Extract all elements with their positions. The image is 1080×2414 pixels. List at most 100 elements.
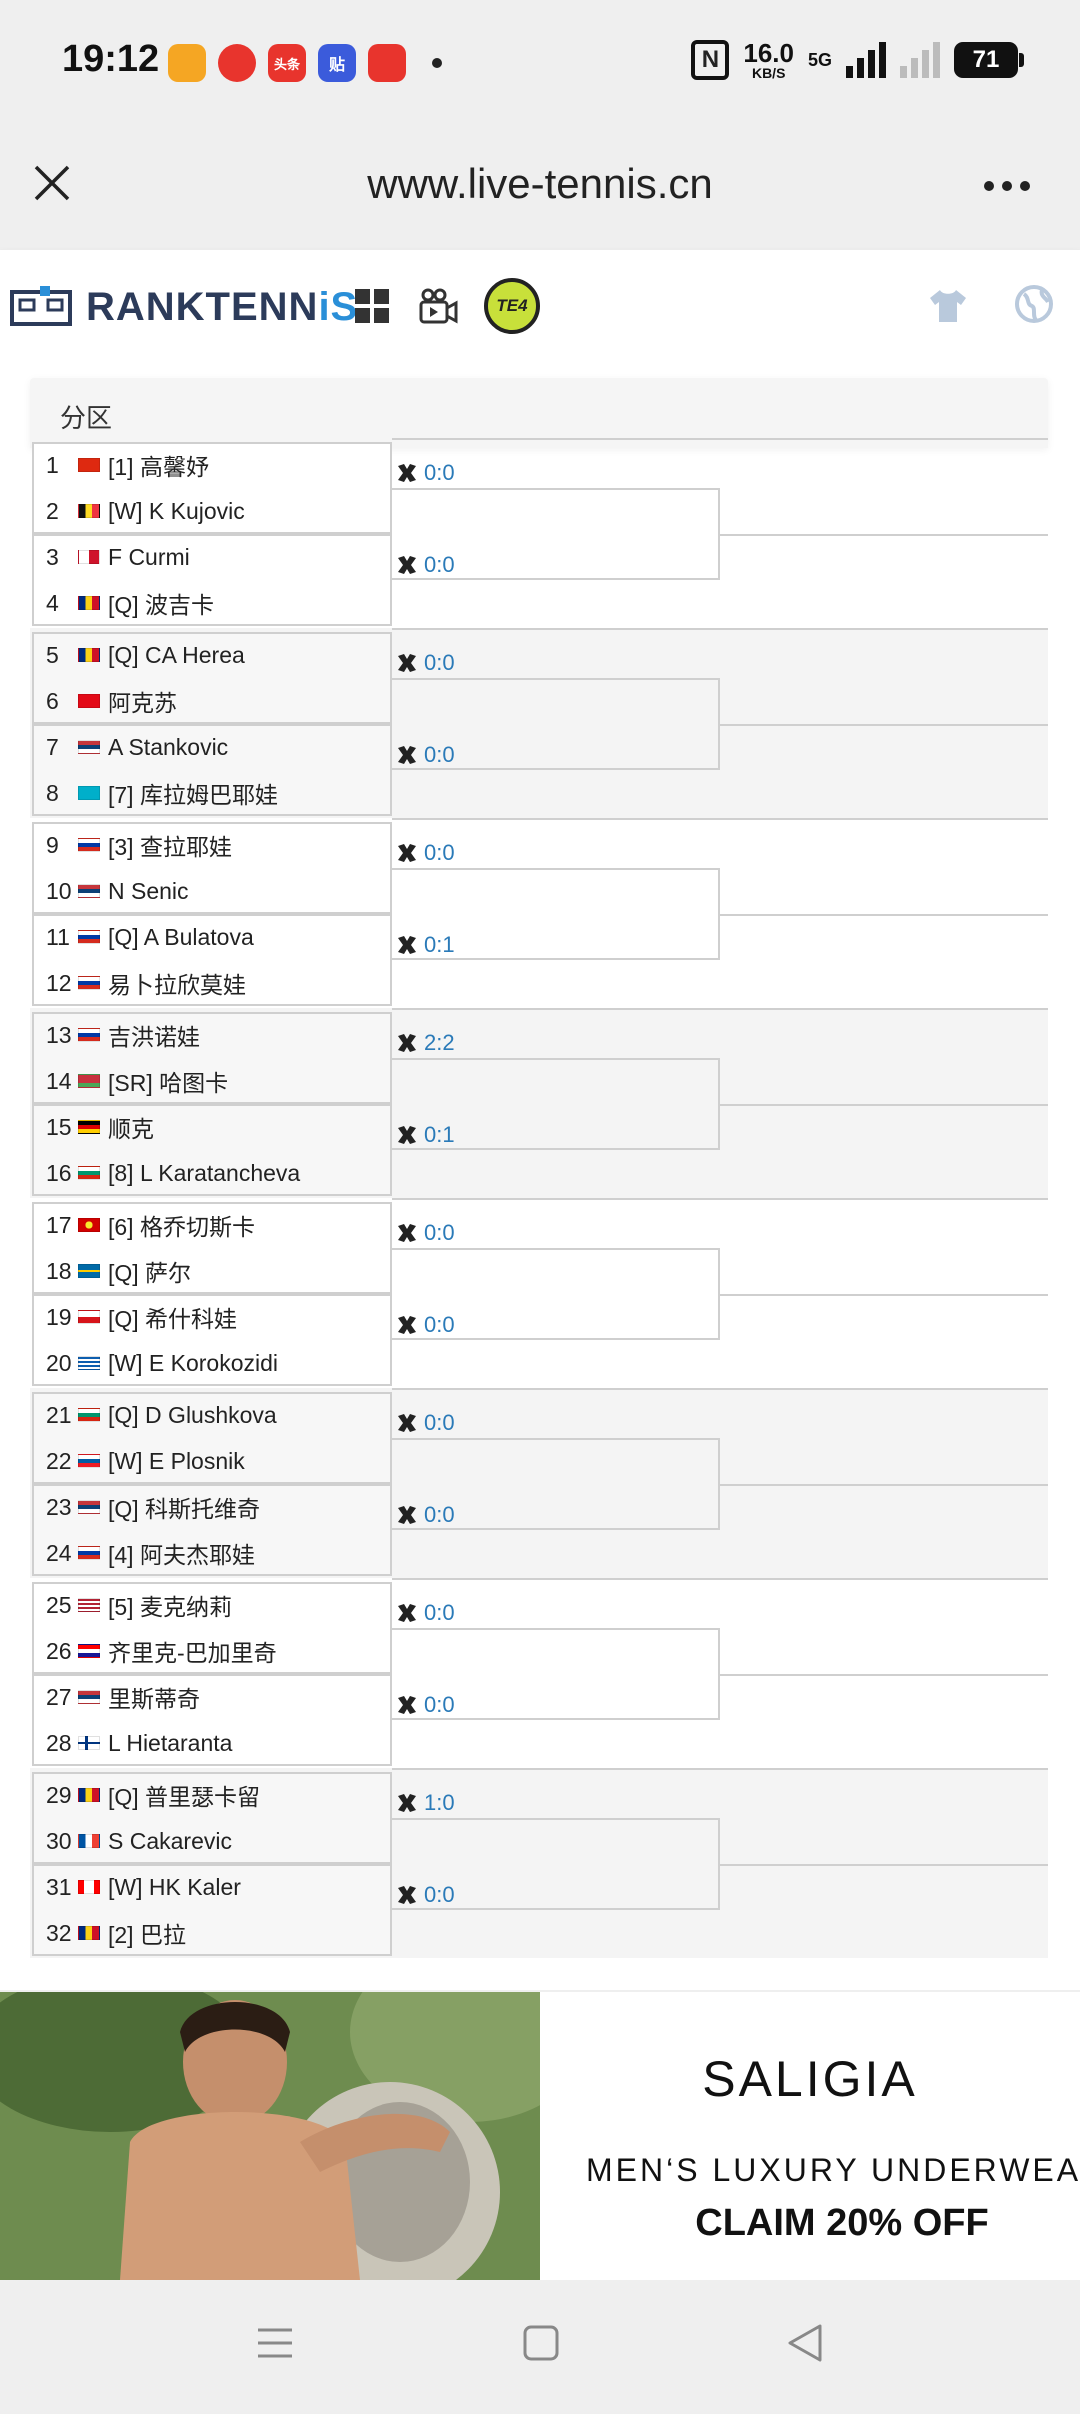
player-row[interactable]: 15 顺克 (46, 1110, 154, 1144)
player-name[interactable]: 吉洪诺娃 (108, 1018, 200, 1052)
match-box[interactable]: 19 [Q] 希什科娃 20 [W] E Korokozidi (32, 1294, 392, 1386)
player-name[interactable]: [Q] 波吉卡 (108, 586, 214, 620)
more-options-icon[interactable] (984, 181, 1030, 191)
score-value[interactable]: 1:0 (424, 1790, 455, 1816)
player-row[interactable]: 22 [W] E Plosnik (46, 1446, 245, 1476)
player-name[interactable]: 里斯蒂奇 (108, 1680, 200, 1714)
match-box[interactable]: 13 吉洪诺娃 14 [SR] 哈图卡 (32, 1012, 392, 1104)
player-name[interactable]: 顺克 (108, 1110, 154, 1144)
player-name[interactable]: [8] L Karatancheva (108, 1160, 300, 1187)
match-box[interactable]: 29 [Q] 普里瑟卡留 30 S Cakarevic (32, 1772, 392, 1864)
player-row[interactable]: 25 [5] 麦克纳莉 (46, 1588, 232, 1622)
back-icon[interactable] (786, 2322, 826, 2364)
player-row[interactable]: 3 F Curmi (46, 542, 190, 572)
player-row[interactable]: 31 [W] HK Kaler (46, 1872, 241, 1902)
player-name[interactable]: [Q] A Bulatova (108, 924, 254, 951)
player-name[interactable]: 齐里克-巴加里奇 (108, 1634, 277, 1668)
site-logo[interactable]: RANKTENNiS (86, 285, 358, 330)
player-name[interactable]: [W] K Kujovic (108, 498, 245, 525)
player-name[interactable]: [Q] 普里瑟卡留 (108, 1778, 260, 1812)
match-box[interactable]: 21 [Q] D Glushkova 22 [W] E Plosnik (32, 1392, 392, 1484)
match-box[interactable]: 9 [3] 查拉耶娃 10 N Senic (32, 822, 392, 914)
player-name[interactable]: [2] 巴拉 (108, 1916, 186, 1950)
grid-menu-icon[interactable] (354, 288, 390, 324)
match-score[interactable]: 0:0 (396, 840, 455, 866)
player-name[interactable]: [7] 库拉姆巴耶娃 (108, 776, 278, 810)
match-box[interactable]: 27 里斯蒂奇 28 L Hietaranta (32, 1674, 392, 1766)
player-name[interactable]: [SR] 哈图卡 (108, 1064, 228, 1098)
match-box[interactable]: 5 [Q] CA Herea 6 阿克苏 (32, 632, 392, 724)
player-row[interactable]: 2 [W] K Kujovic (46, 496, 245, 526)
player-name[interactable]: [W] E Plosnik (108, 1448, 245, 1475)
player-name[interactable]: 阿克苏 (108, 684, 177, 718)
player-name[interactable]: A Stankovic (108, 734, 228, 761)
player-name[interactable]: [W] HK Kaler (108, 1874, 241, 1901)
player-row[interactable]: 20 [W] E Korokozidi (46, 1348, 278, 1378)
logo-icon[interactable] (10, 286, 72, 326)
match-box[interactable]: 25 [5] 麦克纳莉 26 齐里克-巴加里奇 (32, 1582, 392, 1674)
player-row[interactable]: 8 [7] 库拉姆巴耶娃 (46, 776, 278, 810)
player-row[interactable]: 9 [3] 查拉耶娃 (46, 828, 232, 862)
player-row[interactable]: 11 [Q] A Bulatova (46, 922, 254, 952)
te4-logo[interactable]: TE4 (484, 278, 540, 334)
url-display[interactable]: www.live-tennis.cn (0, 160, 1080, 208)
player-row[interactable]: 23 [Q] 科斯托维奇 (46, 1490, 260, 1524)
score-value[interactable]: 2:2 (424, 1030, 455, 1056)
match-score[interactable]: 1:0 (396, 1790, 455, 1816)
match-box[interactable]: 11 [Q] A Bulatova 12 易卜拉欣莫娃 (32, 914, 392, 1006)
player-row[interactable]: 24 [4] 阿夫杰耶娃 (46, 1536, 255, 1570)
video-icon[interactable] (418, 286, 458, 326)
player-name[interactable]: [Q] 希什科娃 (108, 1300, 237, 1334)
player-row[interactable]: 4 [Q] 波吉卡 (46, 586, 214, 620)
player-row[interactable]: 26 齐里克-巴加里奇 (46, 1634, 277, 1668)
player-name[interactable]: [W] E Korokozidi (108, 1350, 278, 1377)
player-row[interactable]: 18 [Q] 萨尔 (46, 1254, 191, 1288)
player-name[interactable]: 易卜拉欣莫娃 (108, 966, 246, 1000)
match-score[interactable]: 0:0 (396, 1220, 455, 1246)
score-value[interactable]: 0:0 (424, 840, 455, 866)
score-value[interactable]: 0:0 (424, 460, 455, 486)
player-row[interactable]: 5 [Q] CA Herea (46, 640, 245, 670)
match-box[interactable]: 1 [1] 高馨妤 2 [W] K Kujovic (32, 442, 392, 534)
match-score[interactable]: 0:0 (396, 650, 455, 676)
player-row[interactable]: 12 易卜拉欣莫娃 (46, 966, 246, 1000)
ad-cta[interactable]: CLAIM 20% OFF (540, 2202, 1080, 2245)
player-name[interactable]: [Q] 萨尔 (108, 1254, 191, 1288)
player-name[interactable]: [Q] D Glushkova (108, 1402, 277, 1429)
player-name[interactable]: [Q] 科斯托维奇 (108, 1490, 260, 1524)
globe-icon[interactable] (1014, 284, 1054, 324)
player-name[interactable]: [4] 阿夫杰耶娃 (108, 1536, 255, 1570)
player-row[interactable]: 28 L Hietaranta (46, 1728, 232, 1758)
player-row[interactable]: 17 [6] 格乔切斯卡 (46, 1208, 255, 1242)
player-name[interactable]: [1] 高馨妤 (108, 448, 209, 482)
player-row[interactable]: 32 [2] 巴拉 (46, 1916, 186, 1950)
player-name[interactable]: [Q] CA Herea (108, 642, 245, 669)
match-score[interactable]: 0:0 (396, 1600, 455, 1626)
player-row[interactable]: 30 S Cakarevic (46, 1826, 232, 1856)
player-row[interactable]: 6 阿克苏 (46, 684, 177, 718)
match-score[interactable]: 0:0 (396, 1410, 455, 1436)
player-row[interactable]: 14 [SR] 哈图卡 (46, 1064, 228, 1098)
home-icon[interactable] (522, 2324, 560, 2362)
player-row[interactable]: 27 里斯蒂奇 (46, 1680, 200, 1714)
player-name[interactable]: S Cakarevic (108, 1828, 232, 1855)
match-box[interactable]: 15 顺克 16 [8] L Karatancheva (32, 1104, 392, 1196)
score-value[interactable]: 0:0 (424, 1600, 455, 1626)
advertisement-banner[interactable]: SALIGIA MEN‘S LUXURY UNDERWEAR CLAIM 20%… (0, 1992, 1080, 2280)
player-row[interactable]: 10 N Senic (46, 876, 189, 906)
player-name[interactable]: N Senic (108, 878, 189, 905)
match-score[interactable]: 0:0 (396, 460, 455, 486)
match-box[interactable]: 17 [6] 格乔切斯卡 18 [Q] 萨尔 (32, 1202, 392, 1294)
match-box[interactable]: 7 A Stankovic 8 [7] 库拉姆巴耶娃 (32, 724, 392, 816)
player-name[interactable]: [5] 麦克纳莉 (108, 1588, 232, 1622)
player-name[interactable]: [3] 查拉耶娃 (108, 828, 232, 862)
player-row[interactable]: 19 [Q] 希什科娃 (46, 1300, 237, 1334)
player-name[interactable]: F Curmi (108, 544, 190, 571)
match-box[interactable]: 3 F Curmi 4 [Q] 波吉卡 (32, 534, 392, 626)
shirt-icon[interactable] (928, 286, 968, 326)
player-row[interactable]: 13 吉洪诺娃 (46, 1018, 200, 1052)
player-name[interactable]: [6] 格乔切斯卡 (108, 1208, 255, 1242)
score-value[interactable]: 0:0 (424, 1410, 455, 1436)
player-name[interactable]: L Hietaranta (108, 1730, 232, 1757)
score-value[interactable]: 0:0 (424, 650, 455, 676)
